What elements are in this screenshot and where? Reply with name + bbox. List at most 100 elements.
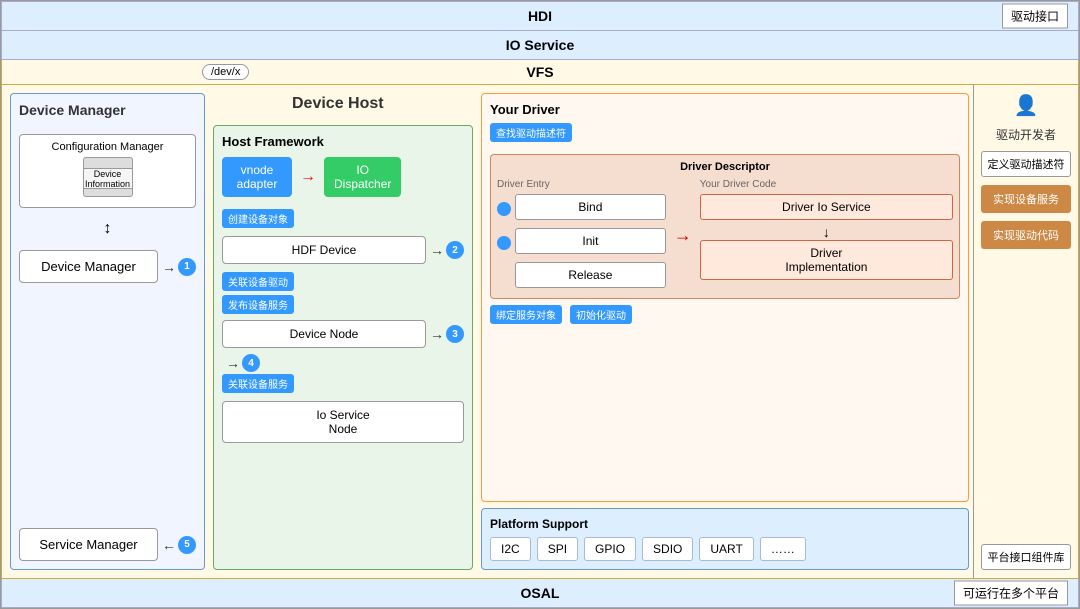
config-manager-box: Configuration Manager Device Information bbox=[19, 134, 196, 208]
bind-row: Bind bbox=[497, 194, 666, 224]
entry-to-code-arrow: → bbox=[674, 179, 692, 292]
service-manager-box: Service Manager bbox=[19, 528, 158, 561]
init-row: Init bbox=[497, 228, 666, 258]
driver-io-service-box: Driver Io Service bbox=[700, 194, 953, 220]
red-arrow: → bbox=[300, 157, 316, 197]
vfs-label: VFS bbox=[10, 64, 1070, 80]
driver-implementation-box: Driver Implementation bbox=[700, 240, 953, 280]
implement-service-btn: 实现设备服务 bbox=[981, 185, 1071, 213]
step3-badge: 3 bbox=[446, 325, 464, 343]
service-manager-row: Service Manager ← 5 bbox=[19, 528, 196, 561]
implement-driver-btn: 实现驱动代码 bbox=[981, 221, 1071, 249]
hdi-bar: HDI 驱动接口 bbox=[1, 1, 1079, 31]
db-top bbox=[83, 157, 133, 169]
driver-dev-label: 驱动开发者 bbox=[996, 126, 1056, 143]
vnode-label: vnode adapter bbox=[237, 163, 278, 191]
device-manager-label: Device Manager bbox=[41, 259, 136, 274]
step1-row: → 1 bbox=[162, 258, 196, 276]
down-arrow-1: ↕ bbox=[19, 220, 196, 238]
driver-descriptor-area: Driver Descriptor Driver Entry Bind bbox=[490, 154, 960, 299]
host-framework-title: Host Framework bbox=[222, 134, 464, 149]
platform-title: Platform Support bbox=[490, 517, 960, 531]
publish-service-row: 发布设备服务 bbox=[222, 295, 464, 314]
db-icon: Device Information bbox=[26, 157, 189, 197]
your-driver-code-title: Your Driver Code bbox=[700, 179, 953, 190]
platform-chip: I2C bbox=[490, 537, 531, 561]
device-manager-box: Device Manager bbox=[19, 250, 158, 283]
step4-badge: 4 bbox=[242, 354, 260, 372]
bind-service-row: 关联设备服务 bbox=[222, 374, 464, 393]
step3-row: → 3 bbox=[430, 325, 464, 343]
driver-entry-col: Driver Entry Bind bbox=[497, 179, 666, 292]
device-node-box: Device Node bbox=[222, 320, 426, 348]
db-bottom bbox=[83, 189, 133, 197]
platform-chip: …… bbox=[760, 537, 806, 561]
left-panel: Device Manager Configuration Manager Dev… bbox=[10, 93, 205, 570]
io-service-label: IO Service bbox=[506, 37, 575, 53]
right-sidebar: 👤 驱动开发者 定义驱动描述符 实现设备服务 实现驱动代码 平台接口组件库 bbox=[973, 85, 1078, 578]
driver-content-row: Driver Entry Bind bbox=[497, 179, 953, 292]
step5-badge: 5 bbox=[178, 536, 196, 554]
hdf-device-row: HDF Device → 2 bbox=[222, 232, 464, 268]
platform-chip: GPIO bbox=[584, 537, 636, 561]
driver-implementation-label: Driver Implementation bbox=[785, 246, 867, 274]
init-driver-step: 初始化驱动 bbox=[570, 305, 632, 324]
publish-service-label: 发布设备服务 bbox=[222, 295, 294, 314]
bind-service-step: 绑定服务对象 bbox=[490, 305, 562, 324]
step5-row: ← 5 bbox=[162, 536, 196, 554]
init-label: Init bbox=[582, 234, 598, 248]
platform-chip: SPI bbox=[537, 537, 578, 561]
bind-service-label: 关联设备服务 bbox=[222, 374, 294, 393]
step2-badge: 2 bbox=[446, 241, 464, 259]
hdf-device-label: HDF Device bbox=[292, 243, 357, 257]
your-driver-code-col: Your Driver Code Driver Io Service ↓ Dri… bbox=[700, 179, 953, 292]
down-arrow-code: ↓ bbox=[700, 224, 953, 240]
content-area: Device Host Device Manager Configuration… bbox=[1, 85, 1079, 579]
step2-row: → 2 bbox=[430, 241, 464, 259]
db-body: Device Information bbox=[83, 169, 133, 189]
release-spacer bbox=[497, 270, 511, 284]
io-service-node-box: Io Service Node bbox=[222, 401, 464, 443]
init-box: Init bbox=[515, 228, 666, 254]
config-manager-label: Configuration Manager bbox=[26, 141, 189, 153]
your-driver-title: Your Driver bbox=[490, 102, 960, 117]
driver-dev-section: 👤 驱动开发者 定义驱动描述符 实现设备服务 实现驱动代码 平台接口组件库 bbox=[974, 85, 1078, 578]
step4-row-inline: → 4 bbox=[222, 354, 464, 372]
osal-right-label: 可运行在多个平台 bbox=[954, 581, 1068, 606]
create-device-row: 创建设备对象 bbox=[222, 209, 464, 228]
query-row: 查找驱动描述符 bbox=[490, 123, 960, 148]
host-framework-panel: Host Framework vnode adapter → IO Dispat… bbox=[213, 125, 473, 570]
driver-descriptor-title: Driver Descriptor bbox=[497, 161, 953, 173]
dev-x-badge: /dev/x bbox=[202, 64, 249, 80]
hdi-label: HDI bbox=[528, 8, 552, 24]
release-box: Release bbox=[515, 262, 666, 288]
io-service-bar: IO Service bbox=[1, 31, 1079, 60]
bind-dot bbox=[497, 202, 511, 216]
init-driver-step-label: 初始化驱动 bbox=[570, 305, 632, 324]
driver-io-service-label: Driver Io Service bbox=[782, 200, 871, 214]
osal-label: OSAL bbox=[521, 585, 560, 601]
platform-chip: SDIO bbox=[642, 537, 693, 561]
vnode-io-row: vnode adapter → IO Dispatcher bbox=[222, 157, 464, 197]
platform-support-box: Platform Support I2CSPIGPIOSDIOUART…… bbox=[481, 508, 969, 570]
main-container: HDI 驱动接口 IO Service /dev/x VFS Device Ho… bbox=[0, 0, 1080, 609]
platform-chips: I2CSPIGPIOSDIOUART…… bbox=[490, 537, 960, 561]
define-descriptor-label: 定义驱动描述符 bbox=[981, 151, 1071, 177]
bind-device-label: 关联设备驱动 bbox=[222, 272, 294, 291]
io-service-node-label: Io Service Node bbox=[316, 408, 369, 436]
vnode-box: vnode adapter bbox=[222, 157, 292, 197]
device-manager-row: Device Manager → 1 bbox=[19, 250, 196, 283]
platform-lib-label: 平台接口组件库 bbox=[981, 544, 1071, 570]
your-driver-box: Your Driver 查找驱动描述符 Driver Descriptor bbox=[481, 93, 969, 502]
io-dispatcher-box: IO Dispatcher bbox=[324, 157, 401, 197]
vfs-row: /dev/x VFS bbox=[1, 60, 1079, 85]
hdf-device-box: HDF Device bbox=[222, 236, 426, 264]
platform-lib-section: 平台接口组件库 bbox=[981, 544, 1071, 570]
step1-badge: 1 bbox=[178, 258, 196, 276]
inner-step-labels: 绑定服务对象 初始化驱动 bbox=[490, 305, 960, 324]
device-node-label: Device Node bbox=[290, 327, 359, 341]
bind-label: Bind bbox=[578, 200, 602, 214]
device-info-label: Device Information bbox=[84, 169, 132, 189]
release-row: Release bbox=[497, 262, 666, 292]
device-node-row: Device Node → 3 bbox=[222, 316, 464, 352]
